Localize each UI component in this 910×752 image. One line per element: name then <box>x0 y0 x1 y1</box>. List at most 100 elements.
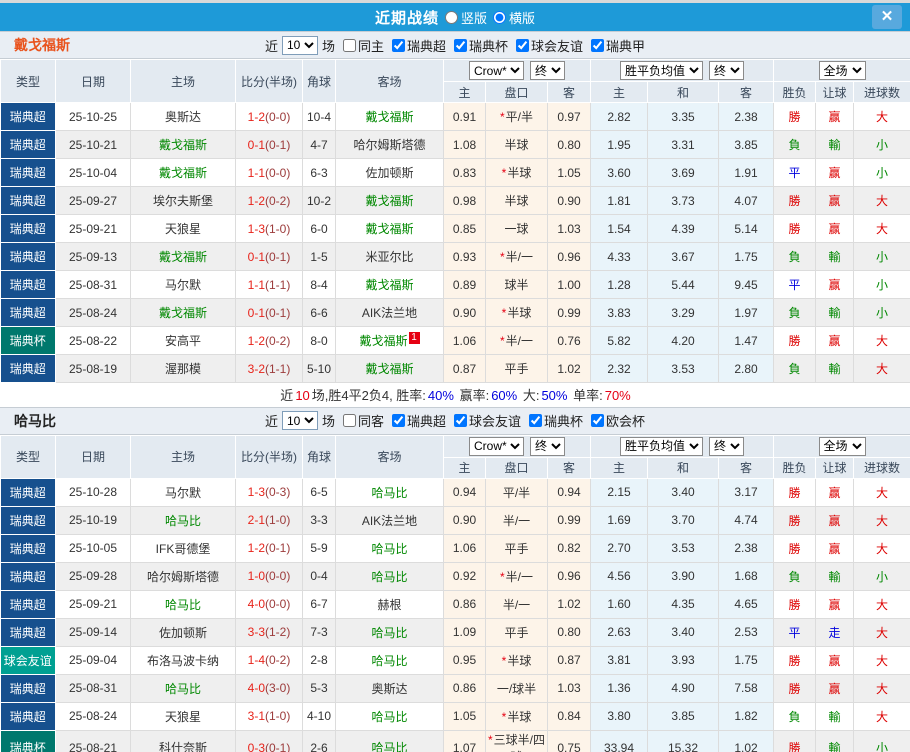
avg-draw: 3.29 <box>647 298 720 327</box>
scope-select[interactable]: 全场 <box>818 436 866 456</box>
handicap-text: 半/一 <box>505 334 533 348</box>
col-score: 比分(半场) <box>235 434 303 479</box>
league-checkbox[interactable] <box>516 38 530 52</box>
avg-stage-select[interactable]: 终 <box>709 436 745 456</box>
same-venue-checkbox-1[interactable] <box>342 414 356 427</box>
avg-group-header: 胜平负均值终 <box>590 434 775 458</box>
result-goals: 大 <box>853 673 910 703</box>
league-checkbox[interactable] <box>391 38 405 52</box>
sub-result-goals: 进球数 <box>853 456 910 479</box>
odds-away: 0.84 <box>546 701 592 731</box>
home-team: 戴戈福斯 <box>130 158 236 187</box>
result-wdl: 勝 <box>773 589 817 619</box>
bookmaker-select[interactable]: Crow* <box>469 61 524 80</box>
bookmaker-select[interactable]: Crow* <box>469 436 524 456</box>
away-team: 哈马比 <box>335 701 444 731</box>
league-checkbox[interactable] <box>529 414 543 427</box>
col-corner: 角球 <box>302 59 336 103</box>
league-filter-1-1[interactable]: 球会友谊 <box>450 411 521 430</box>
league-filter-0-3[interactable]: 瑞典甲 <box>587 36 645 55</box>
odds-home: 1.09 <box>443 617 486 647</box>
league-filter-1-0[interactable]: 瑞典超 <box>388 411 446 430</box>
match-score: 1-1(0-0) <box>235 158 303 187</box>
summary-part: 单率: <box>569 388 603 404</box>
result-goals: 小 <box>853 130 910 159</box>
match-row: 瑞典超 25-08-24 戴戈福斯 0-1(0-1) 6-6 AIK法兰地 0.90 *半球 0… <box>0 298 910 327</box>
avg-away: 3.17 <box>718 477 775 507</box>
league-filter-0-0[interactable]: 瑞典超 <box>388 36 446 55</box>
league-checkbox[interactable] <box>591 38 605 52</box>
same-venue-checkbox-0[interactable] <box>342 38 356 52</box>
full-score: 3-2 <box>247 361 265 376</box>
away-team: AIK法兰地 <box>335 298 444 327</box>
layout-horizontal-option[interactable]: 横版 <box>493 8 535 27</box>
odds-home: 0.83 <box>443 158 486 187</box>
avg-type-select[interactable]: 胜平负均值 <box>620 61 704 80</box>
vertical-label: 竖版 <box>460 10 487 26</box>
match-date: 25-10-28 <box>55 477 131 507</box>
corner-count: 5-3 <box>302 673 336 703</box>
league-checkbox[interactable] <box>591 414 605 427</box>
same-venue-option-1[interactable]: 同客 <box>339 411 384 430</box>
full-score: 4-0 <box>247 681 265 695</box>
match-row: 瑞典杯 25-08-22 安高平 1-2(0-2) 8-0 戴戈福斯 1 1.06 *半/一 0.… <box>0 326 910 355</box>
league-checkbox[interactable] <box>391 414 405 427</box>
half-score: (0-0) <box>265 165 291 180</box>
popup-title: 近期战绩 <box>374 9 439 27</box>
avg-type-select[interactable]: 胜平负均值 <box>620 436 704 456</box>
match-row: 瑞典超 25-10-19 哈马比 2-1(1-0) 3-3 AIK法兰地 0.90 半/一 0.… <box>0 505 910 535</box>
handicap: 一球 <box>485 214 548 243</box>
result-handicap: 赢 <box>815 533 855 563</box>
same-venue-option-0[interactable]: 同主 <box>339 36 384 55</box>
league-checkbox[interactable] <box>454 414 467 427</box>
corner-count: 6-0 <box>302 214 336 243</box>
league-filter-0-1[interactable]: 瑞典杯 <box>450 36 508 55</box>
odds-stage-select[interactable]: 终 <box>530 61 565 80</box>
handicap-text: 三球半/四球 <box>493 732 545 752</box>
layout-vertical-option[interactable]: 竖版 <box>444 8 487 27</box>
match-row: 瑞典超 25-08-31 哈马比 4-0(3-0) 5-3 奥斯达 0.86 一/球半 1.03… <box>0 673 910 703</box>
summary-part: 70% <box>604 388 631 404</box>
avg-home: 1.81 <box>590 186 649 215</box>
avg-draw: 3.70 <box>647 505 720 535</box>
match-count-select-1[interactable]: 10 <box>281 411 318 430</box>
result-goals: 大 <box>853 617 910 647</box>
odds-stage-select[interactable]: 终 <box>530 436 565 456</box>
away-team: 戴戈福斯 <box>335 214 444 243</box>
away-team-name: 赫根 <box>377 597 402 612</box>
match-date: 25-09-14 <box>55 617 131 647</box>
vertical-radio[interactable] <box>444 10 458 24</box>
league-type-cell: 瑞典超 <box>0 186 56 215</box>
match-date: 25-10-05 <box>55 533 131 563</box>
avg-home: 3.81 <box>590 645 649 675</box>
match-row: 瑞典超 25-10-05 IFK哥德堡 1-2(0-1) 5-9 哈马比 1.06 平手 0.8… <box>0 533 910 563</box>
horizontal-radio[interactable] <box>493 10 506 24</box>
league-type-cell: 瑞典超 <box>0 242 56 271</box>
result-goals: 小 <box>853 561 910 591</box>
summary-part: 40% <box>427 388 454 404</box>
match-date: 25-10-19 <box>55 505 131 535</box>
full-score: 1-2 <box>247 109 265 124</box>
league-filter-1-2[interactable]: 瑞典杯 <box>525 411 583 430</box>
avg-stage-select[interactable]: 终 <box>709 61 745 80</box>
scope-select[interactable]: 全场 <box>818 61 866 80</box>
away-team-name: 佐加顿斯 <box>365 166 414 180</box>
odds-home: 0.91 <box>443 102 486 131</box>
home-team: 佐加顿斯 <box>130 617 236 647</box>
match-score: 4-0(3-0) <box>235 673 303 703</box>
avg-home: 1.95 <box>590 130 649 159</box>
half-score: (0-2) <box>265 653 291 667</box>
avg-away: 1.75 <box>718 242 775 271</box>
league-checkbox[interactable] <box>454 38 467 52</box>
odds-home: 0.95 <box>443 645 486 675</box>
match-date: 25-09-28 <box>55 561 131 591</box>
avg-home: 2.63 <box>590 617 649 647</box>
result-wdl: 負 <box>773 130 817 159</box>
league-filter-1-3[interactable]: 欧会杯 <box>587 411 645 430</box>
result-handicap: 輸 <box>815 298 855 327</box>
corner-count: 6-3 <box>302 158 336 187</box>
close-icon[interactable]: ✕ <box>872 5 902 29</box>
match-row: 瑞典超 25-09-21 哈马比 4-0(0-0) 6-7 赫根 0.86 半/一 1.02 1.… <box>0 589 910 619</box>
league-filter-0-2[interactable]: 球会友谊 <box>512 36 583 55</box>
match-count-select-0[interactable]: 10 <box>281 35 318 55</box>
